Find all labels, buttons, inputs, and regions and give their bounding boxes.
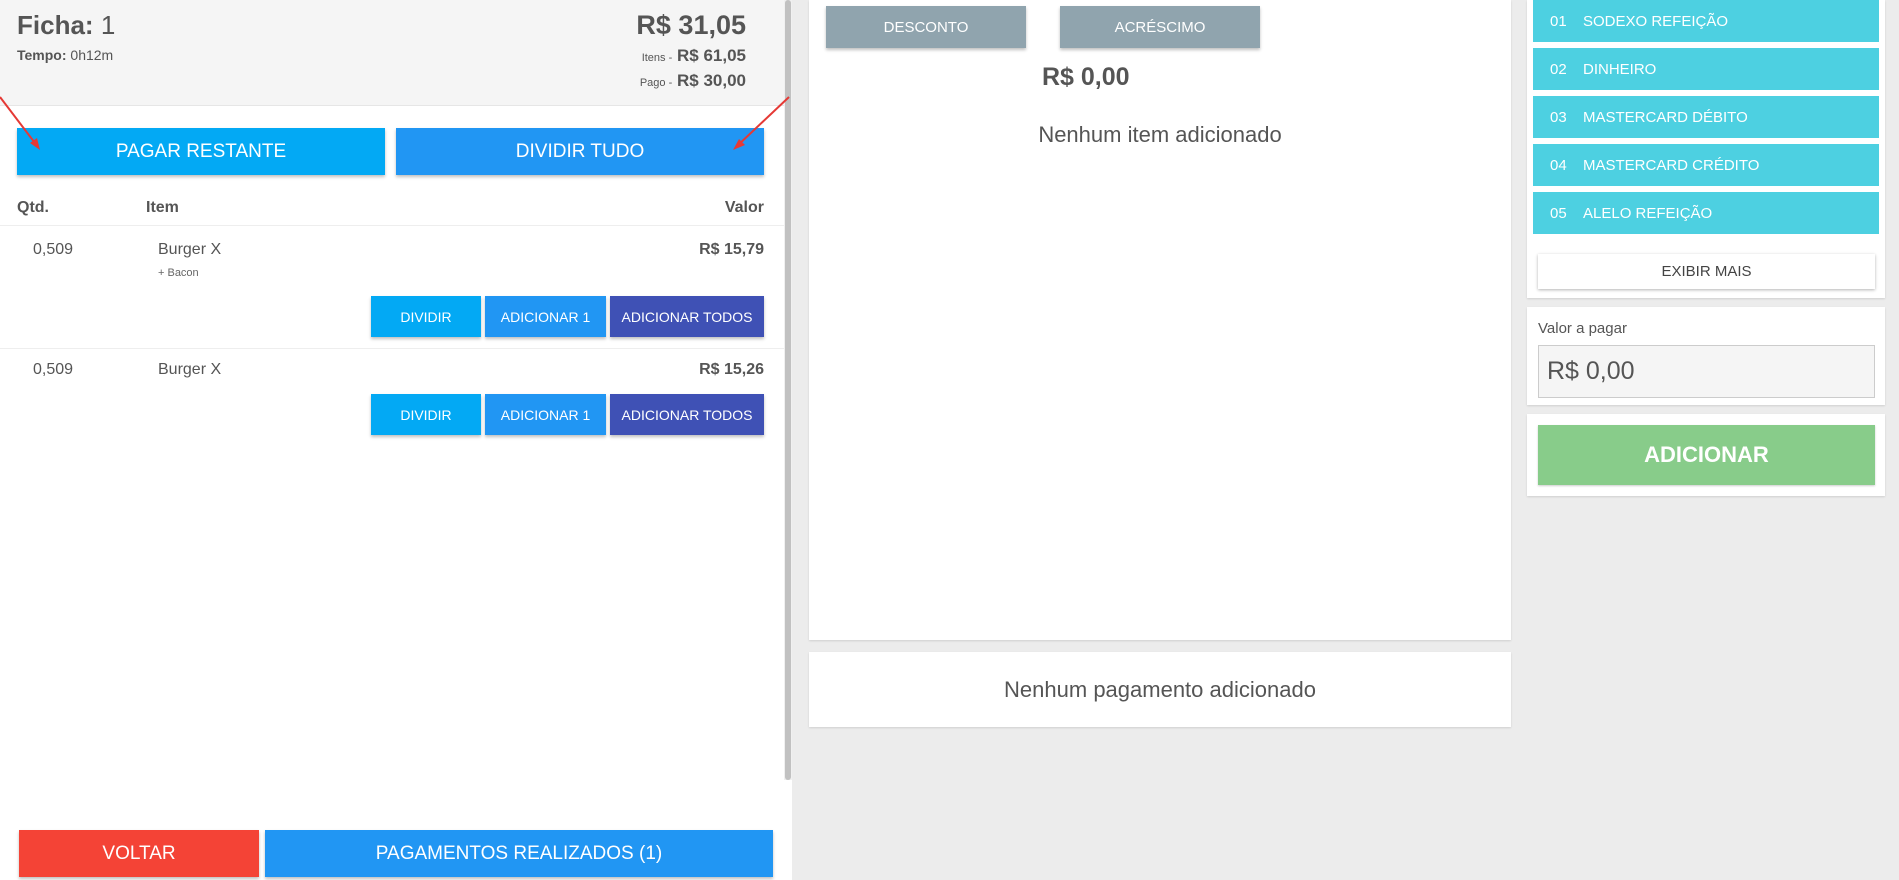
adicionar-panel: ADICIONAR (1527, 414, 1885, 496)
itens-summary: Itens - R$ 61,05 (642, 46, 746, 66)
itens-value: R$ 61,05 (677, 46, 746, 65)
pago-value: R$ 30,00 (677, 71, 746, 90)
valor-a-pagar-input[interactable] (1538, 345, 1875, 398)
column-item: Item (146, 199, 179, 216)
desconto-button[interactable]: DESCONTO (826, 6, 1026, 48)
acrescimo-button[interactable]: ACRÉSCIMO (1060, 6, 1260, 48)
empty-payments-message: Nenhum pagamento adicionado (809, 652, 1511, 727)
payment-methods-panel: 01 SODEXO REFEIÇÃO 02 DINHEIRO 03 MASTER… (1527, 0, 1885, 298)
discount-panel: DESCONTO ACRÉSCIMO R$ 0,00 Nenhum item a… (809, 0, 1511, 640)
payment-method-code: 05 (1550, 204, 1567, 222)
table-row: 0,509 Burger X + Bacon R$ 15,79 DIVIDIR … (0, 227, 784, 349)
adicionar-1-button[interactable]: ADICIONAR 1 (485, 296, 606, 337)
adicionar-todos-button[interactable]: ADICIONAR TODOS (610, 394, 764, 435)
row-extra: + Bacon (158, 267, 199, 279)
payment-method-code: 01 (1550, 12, 1567, 30)
payment-method-label: SODEXO REFEIÇÃO (1583, 12, 1729, 30)
payment-method-code: 04 (1550, 156, 1567, 174)
row-valor: R$ 15,26 (699, 361, 764, 378)
empty-items-message: Nenhum item adicionado (1038, 122, 1282, 147)
exibir-mais-button[interactable]: EXIBIR MAIS (1538, 254, 1875, 289)
payment-method-label: DINHEIRO (1583, 60, 1657, 78)
payment-method-alelo[interactable]: 05 ALELO REFEIÇÃO (1533, 192, 1879, 234)
dividir-button[interactable]: DIVIDIR (371, 296, 481, 337)
adicionar-1-button[interactable]: ADICIONAR 1 (485, 394, 606, 435)
dividir-button[interactable]: DIVIDIR (371, 394, 481, 435)
items-table-header: Qtd. Item Valor (0, 196, 784, 226)
order-header: Ficha: 1 Tempo: 0h12m R$ 31,05 Itens - R… (0, 0, 784, 106)
selected-amount: R$ 0,00 (1042, 63, 1130, 91)
payment-method-code: 02 (1550, 60, 1567, 78)
tempo: Tempo: 0h12m (17, 47, 113, 63)
ficha-label: Ficha: (17, 10, 94, 40)
tempo-label: Tempo: (17, 47, 67, 63)
annotation-arrow-left-icon (0, 96, 40, 150)
table-row: 0,509 Burger X R$ 15,26 DIVIDIR ADICIONA… (0, 349, 784, 447)
ficha-number: 1 (100, 10, 116, 40)
pago-summary: Pago - R$ 30,00 (640, 71, 746, 91)
payment-method-mastercard-credito[interactable]: 04 MASTERCARD CRÉDITO (1533, 144, 1879, 186)
row-item: Burger X (158, 241, 222, 258)
valor-a-pagar-label: Valor a pagar (1538, 320, 1627, 337)
voltar-button[interactable]: VOLTAR (19, 830, 259, 877)
valor-panel: Valor a pagar (1527, 307, 1885, 405)
itens-label: Itens - (641, 52, 673, 64)
dividir-tudo-button[interactable]: DIVIDIR TUDO (396, 128, 764, 175)
order-total: R$ 31,05 (636, 10, 746, 40)
column-valor: Valor (724, 199, 764, 216)
order-panel: Ficha: 1 Tempo: 0h12m R$ 31,05 Itens - R… (0, 0, 792, 880)
payment-method-sodexo[interactable]: 01 SODEXO REFEIÇÃO (1533, 0, 1879, 42)
adicionar-button[interactable]: ADICIONAR (1538, 425, 1875, 485)
pago-label: Pago - (639, 77, 673, 89)
payment-method-label: MASTERCARD DÉBITO (1583, 108, 1748, 126)
ficha-title: Ficha: 1 (17, 10, 115, 41)
adicionar-todos-button[interactable]: ADICIONAR TODOS (610, 296, 764, 337)
payment-method-label: MASTERCARD CRÉDITO (1583, 156, 1760, 174)
row-item: Burger X (158, 361, 222, 378)
row-qtd: 0,509 (33, 241, 74, 258)
row-valor: R$ 15,79 (699, 241, 764, 258)
tempo-value: 0h12m (70, 47, 114, 63)
payment-method-code: 03 (1550, 108, 1567, 126)
payment-method-mastercard-debito[interactable]: 03 MASTERCARD DÉBITO (1533, 96, 1879, 138)
pagar-restante-button[interactable]: PAGAR RESTANTE (17, 128, 385, 175)
annotation-arrow-right-icon (733, 96, 790, 150)
payment-method-label: ALELO REFEIÇÃO (1583, 204, 1713, 222)
pagamentos-realizados-button[interactable]: PAGAMENTOS REALIZADOS (1) (265, 830, 773, 877)
payment-method-dinheiro[interactable]: 02 DINHEIRO (1533, 48, 1879, 90)
column-qtd: Qtd. (17, 199, 49, 216)
row-qtd: 0,509 (33, 361, 74, 378)
